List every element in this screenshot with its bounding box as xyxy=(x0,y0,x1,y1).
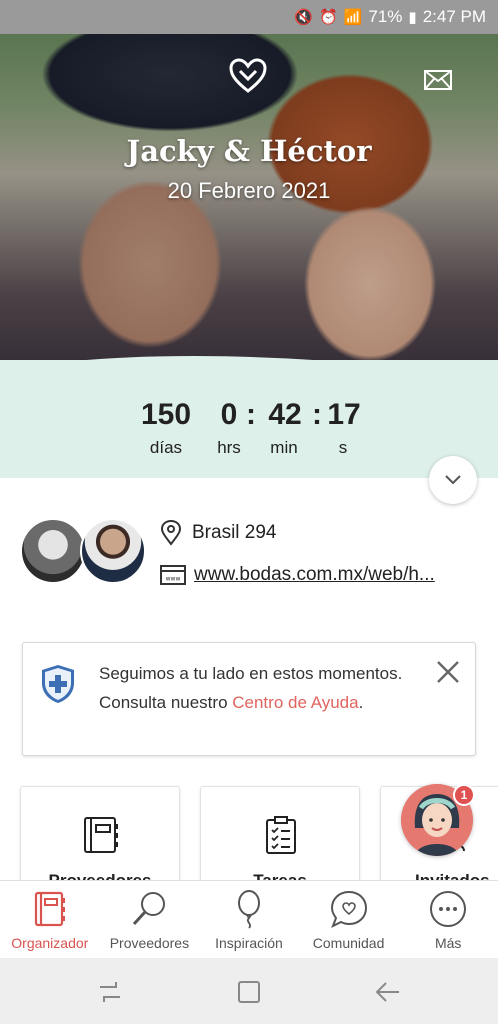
tab-label: Más xyxy=(434,935,462,951)
battery-icon: ▮ xyxy=(408,9,417,26)
website-row[interactable]: www www.bodas.com.mx/web/h... xyxy=(160,564,474,586)
wedding-date: 20 Febrero 2021 xyxy=(167,178,331,203)
tab-proveedores[interactable]: Proveedores xyxy=(100,881,200,958)
clock: 2:47 PM xyxy=(422,7,486,26)
countdown-days: 150 xyxy=(140,398,192,431)
recent-apps-icon[interactable] xyxy=(96,978,124,1006)
status-bar: 🔇 ⏰ 📶 71% ▮ 2:47 PM xyxy=(0,0,498,34)
countdown-seconds: 17 xyxy=(327,398,361,431)
tab-label: Comunidad xyxy=(312,935,385,951)
help-card: Seguimos a tu lado en estos momentos. Co… xyxy=(22,642,476,756)
expand-button[interactable] xyxy=(429,456,477,504)
tab-comunidad[interactable]: Comunidad xyxy=(299,881,399,958)
alarm-icon: ⏰ xyxy=(319,9,338,26)
notebook-icon xyxy=(84,817,118,853)
chevron-down-icon xyxy=(445,475,461,485)
bottom-tab-bar: Organizador Proveedores Inspiración Comu… xyxy=(0,880,498,958)
clipboard-checklist-icon xyxy=(266,816,296,854)
cover-photo: Jacky & Héctor 20 Febrero 2021 xyxy=(0,34,498,384)
avatar-partner-2[interactable] xyxy=(80,518,146,584)
countdown: 150 0 : 42 : 17 días hrs min s xyxy=(0,360,498,478)
location-pin-icon xyxy=(160,520,182,546)
system-nav-bar xyxy=(0,958,498,1024)
chat-heart-icon xyxy=(330,890,367,929)
notification-badge: 1 xyxy=(453,784,475,806)
svg-text:www: www xyxy=(166,576,181,583)
tab-mas[interactable]: Más xyxy=(398,881,498,958)
battery-level: 71% xyxy=(368,7,403,26)
home-icon[interactable] xyxy=(235,978,263,1006)
more-dots-icon xyxy=(430,891,467,927)
back-icon[interactable] xyxy=(374,978,402,1006)
avatar-partner-1[interactable] xyxy=(20,518,86,584)
magnifier-icon xyxy=(133,892,166,926)
tab-organizador[interactable]: Organizador xyxy=(0,881,100,958)
location-row[interactable]: Brasil 294 xyxy=(160,520,277,546)
shield-icon xyxy=(42,665,74,703)
countdown-seconds-label: s xyxy=(338,438,348,457)
heart-logo-icon xyxy=(229,58,267,93)
countdown-days-label: días xyxy=(149,438,183,457)
balloon-icon xyxy=(237,890,260,929)
mute-icon: 🔇 xyxy=(294,9,314,26)
tab-inspiracion[interactable]: Inspiración xyxy=(199,881,299,958)
tab-label: Organizador xyxy=(11,935,89,951)
tab-label: Inspiración xyxy=(215,935,283,951)
tab-label: Proveedores xyxy=(109,935,190,951)
organizer-notebook-icon xyxy=(34,891,65,927)
web-icon: www xyxy=(160,565,186,585)
location-text: Brasil 294 xyxy=(192,522,277,543)
help-message: Seguimos a tu lado en estos momentos. Co… xyxy=(99,664,403,712)
wifi-icon: 📶 xyxy=(343,9,363,26)
help-center-link[interactable]: Centro de Ayuda xyxy=(232,693,358,712)
website-link[interactable]: www.bodas.com.mx/web/h... xyxy=(194,564,474,586)
close-icon[interactable] xyxy=(435,659,461,685)
mail-icon[interactable] xyxy=(424,70,452,90)
couple-names: Jacky & Héctor xyxy=(126,134,372,168)
